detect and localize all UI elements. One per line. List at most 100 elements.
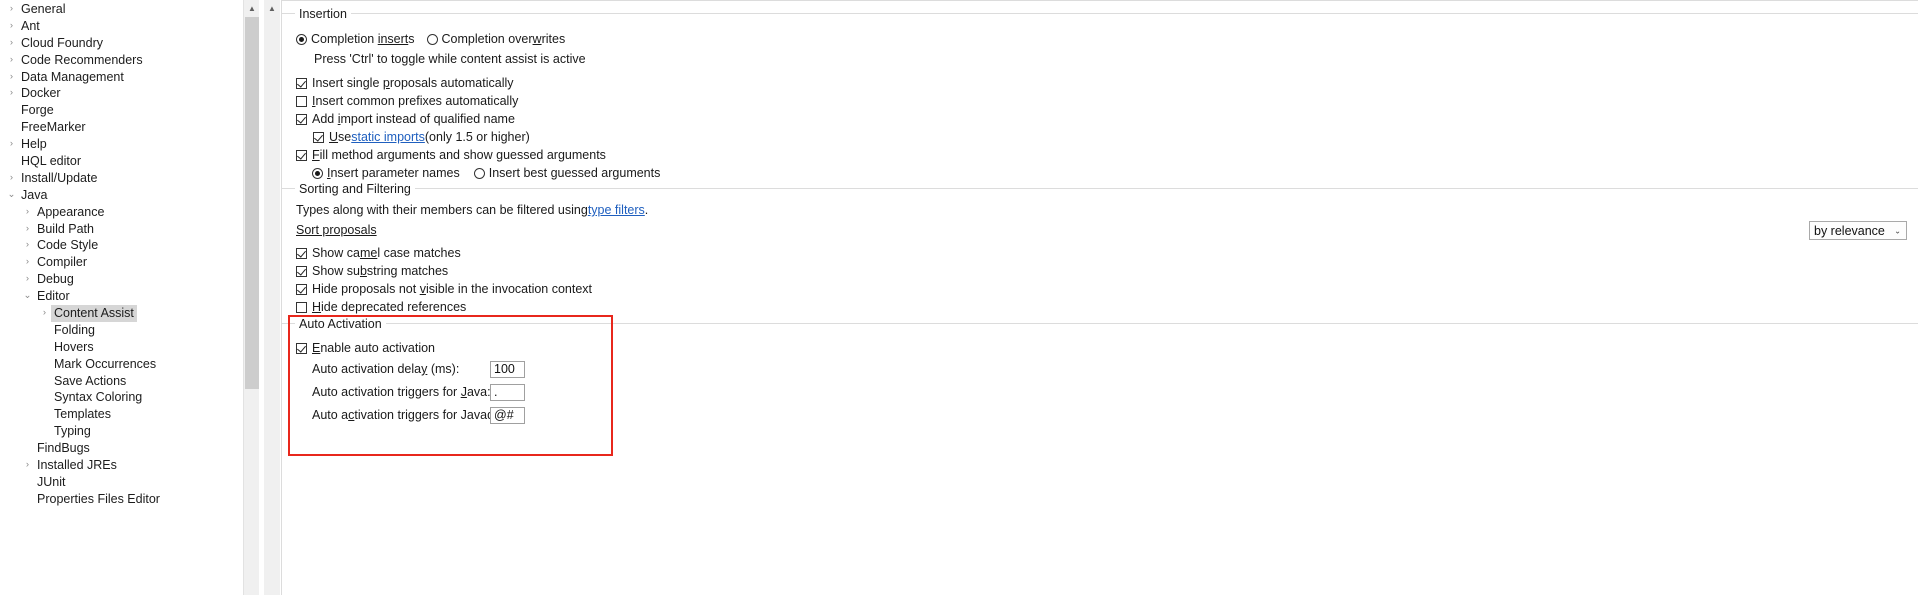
sidebar-item-templates[interactable]: Templates xyxy=(0,406,259,423)
sidebar-item-docker[interactable]: › Docker xyxy=(0,85,259,102)
sidebar-item-debug[interactable]: › Debug xyxy=(0,271,259,288)
tree-vertical-scrollbar[interactable]: ▲ xyxy=(243,0,259,595)
add-import-row[interactable]: Add import instead of qualified name xyxy=(296,110,515,128)
enable-auto-activation-label[interactable]: Enable auto activation xyxy=(312,341,435,355)
hide-deprecated-checkbox[interactable] xyxy=(296,301,307,313)
sidebar-item-junit[interactable]: JUnit xyxy=(0,474,259,491)
sidebar-item-build-path[interactable]: › Build Path xyxy=(0,221,259,238)
content-vertical-scrollbar[interactable]: ▲ xyxy=(264,0,280,595)
sidebar-item-general[interactable]: › General xyxy=(0,1,259,18)
sidebar-item-hql-editor[interactable]: HQL editor xyxy=(0,153,259,170)
completion-overwrites-radio[interactable] xyxy=(426,33,438,45)
add-import-checkbox[interactable] xyxy=(296,113,307,125)
enable-auto-activation-row[interactable]: Enable auto activation xyxy=(296,339,435,357)
chevron-right-icon[interactable]: › xyxy=(21,221,34,238)
sidebar-item-content-assist[interactable]: › Content Assist xyxy=(0,305,259,322)
chevron-right-icon[interactable]: › xyxy=(5,136,18,153)
insert-common-prefixes-label[interactable]: Insert common prefixes automatically xyxy=(312,94,518,108)
sidebar-item-editor[interactable]: ⌄ Editor xyxy=(0,288,259,305)
show-substring-label[interactable]: Show substring matches xyxy=(312,264,448,278)
sidebar-item-appearance[interactable]: › Appearance xyxy=(0,204,259,221)
hide-not-visible-checkbox[interactable] xyxy=(296,283,307,295)
insert-common-prefixes-checkbox[interactable] xyxy=(296,95,307,107)
sidebar-item-cloud-foundry[interactable]: › Cloud Foundry xyxy=(0,35,259,52)
completion-overwrites-label[interactable]: Completion overwrites xyxy=(442,32,566,46)
sidebar-item-mark-occurrences[interactable]: Mark Occurrences xyxy=(0,356,259,373)
auto-activation-java-input[interactable] xyxy=(490,383,525,401)
fill-method-arguments-checkbox[interactable] xyxy=(296,149,307,161)
chevron-right-icon[interactable]: › xyxy=(5,69,18,86)
show-camel-case-label[interactable]: Show camel case matches xyxy=(312,246,461,260)
sidebar-item-install-update[interactable]: › Install/Update xyxy=(0,170,259,187)
chevron-right-icon[interactable]: › xyxy=(5,52,18,69)
insert-best-guessed-radio[interactable] xyxy=(473,167,485,179)
tree-scrollbar-thumb[interactable] xyxy=(245,17,259,389)
completion-inserts-radio[interactable] xyxy=(296,33,307,45)
sidebar-item-compiler[interactable]: › Compiler xyxy=(0,254,259,271)
chevron-right-icon[interactable]: › xyxy=(21,204,34,221)
sidebar-item-installed-jres[interactable]: › Installed JREs xyxy=(0,457,259,474)
chevron-right-icon[interactable]: › xyxy=(21,457,34,474)
sidebar-item-code-recommenders[interactable]: › Code Recommenders xyxy=(0,52,259,69)
hide-not-visible-row[interactable]: Hide proposals not visible in the invoca… xyxy=(296,280,592,298)
enable-auto-activation-checkbox[interactable] xyxy=(296,342,307,354)
hide-deprecated-label[interactable]: Hide deprecated references xyxy=(312,300,466,314)
hide-not-visible-label[interactable]: Hide proposals not visible in the invoca… xyxy=(312,282,592,296)
sidebar-item-findbugs[interactable]: FindBugs xyxy=(0,440,259,457)
show-camel-case-row[interactable]: Show camel case matches xyxy=(296,244,461,262)
fill-method-arguments-row[interactable]: Fill method arguments and show guessed a… xyxy=(296,146,606,164)
use-static-imports-checkbox[interactable] xyxy=(313,131,324,143)
chevron-down-icon[interactable]: ⌄ xyxy=(21,288,34,305)
auto-activation-delay-input[interactable] xyxy=(490,360,525,378)
chevron-right-icon[interactable]: › xyxy=(5,18,18,35)
sidebar-item-hovers[interactable]: Hovers xyxy=(0,339,259,356)
chevron-right-icon[interactable]: › xyxy=(21,271,34,288)
chevron-right-icon[interactable]: › xyxy=(21,254,34,271)
completion-inserts-label[interactable]: Completion inserts xyxy=(311,32,415,46)
sidebar-item-save-actions[interactable]: Save Actions xyxy=(0,373,259,390)
sidebar-item-syntax-coloring[interactable]: Syntax Coloring xyxy=(0,389,259,406)
type-filters-link[interactable]: type filters xyxy=(588,203,645,217)
insert-single-proposals-label[interactable]: Insert single proposals automatically xyxy=(312,76,514,90)
sidebar-item-help[interactable]: › Help xyxy=(0,136,259,153)
sort-proposals-combo[interactable]: by relevance ⌄ xyxy=(1809,221,1907,240)
sidebar-item-data-management[interactable]: › Data Management xyxy=(0,69,259,86)
insert-best-guessed-label[interactable]: Insert best guessed arguments xyxy=(489,166,661,180)
show-substring-row[interactable]: Show substring matches xyxy=(296,262,448,280)
insert-parameter-names-radio[interactable] xyxy=(312,167,323,179)
content-scroll-up-icon[interactable]: ▲ xyxy=(264,0,280,16)
sidebar-item-freemarker[interactable]: FreeMarker xyxy=(0,119,259,136)
chevron-right-icon[interactable]: › xyxy=(5,85,18,102)
sidebar-item-label: JUnit xyxy=(37,474,66,489)
insert-parameter-names-label[interactable]: Insert parameter names xyxy=(327,166,460,180)
chevron-right-icon[interactable]: › xyxy=(5,1,18,18)
hide-deprecated-row[interactable]: Hide deprecated references xyxy=(296,298,466,316)
sidebar-item-ant[interactable]: › Ant xyxy=(0,18,259,35)
chevron-right-icon[interactable]: › xyxy=(5,170,18,187)
sidebar-item-code-style[interactable]: › Code Style xyxy=(0,237,259,254)
sidebar-item-label: General xyxy=(21,2,66,16)
add-import-label[interactable]: Add import instead of qualified name xyxy=(312,112,515,126)
insert-common-prefixes-row[interactable]: Insert common prefixes automatically xyxy=(296,92,518,110)
auto-activation-javadoc-input[interactable] xyxy=(490,406,525,424)
fill-method-arguments-label[interactable]: Fill method arguments and show guessed a… xyxy=(312,148,606,162)
scroll-up-icon[interactable]: ▲ xyxy=(244,0,259,16)
insert-single-proposals-row[interactable]: Insert single proposals automatically xyxy=(296,74,514,92)
show-camel-case-checkbox[interactable] xyxy=(296,247,307,259)
chevron-right-icon[interactable]: › xyxy=(5,35,18,52)
sidebar-item-properties-files-editor[interactable]: Properties Files Editor xyxy=(0,491,259,508)
sidebar-item-forge[interactable]: Forge xyxy=(0,102,259,119)
chevron-down-icon[interactable]: ⌄ xyxy=(5,187,18,204)
show-substring-checkbox[interactable] xyxy=(296,265,307,277)
sidebar-item-folding[interactable]: Folding xyxy=(0,322,259,339)
sidebar-item-java[interactable]: ⌄ Java xyxy=(0,187,259,204)
static-imports-link[interactable]: static imports xyxy=(351,130,425,144)
chevron-right-icon[interactable]: › xyxy=(38,305,51,322)
sidebar-item-typing[interactable]: Typing xyxy=(0,423,259,440)
use-static-imports-row[interactable]: Use static imports (only 1.5 or higher) xyxy=(313,128,530,146)
preferences-tree[interactable]: › General › Ant › Cloud Foundry › Code Recommen… xyxy=(0,0,259,508)
chevron-right-icon[interactable]: › xyxy=(21,237,34,254)
insert-single-proposals-checkbox[interactable] xyxy=(296,77,307,89)
